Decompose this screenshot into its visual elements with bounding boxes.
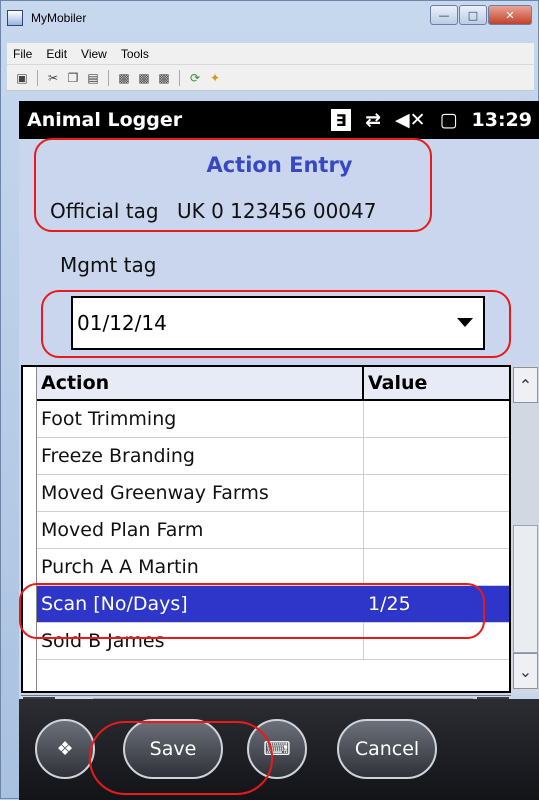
value-cell bbox=[364, 549, 509, 585]
capture-icon[interactable]: ▩ bbox=[117, 71, 131, 85]
official-tag-label: Official tag bbox=[50, 199, 159, 223]
capture3-icon[interactable]: ▩ bbox=[157, 71, 171, 85]
official-tag-row: Official tag UK 0 123456 00047 bbox=[50, 199, 376, 223]
value-cell bbox=[364, 512, 509, 548]
value-cell: 1/25 bbox=[368, 593, 411, 615]
scroll-up-icon[interactable]: ⌃ bbox=[513, 367, 538, 403]
action-cell: Moved Plan Farm bbox=[37, 512, 364, 548]
action-grid: Action Value Foot Trimming Freeze Brandi… bbox=[21, 365, 511, 693]
grid-header: Action Value bbox=[37, 367, 509, 401]
keyboard-icon[interactable]: ⌨ bbox=[247, 719, 307, 779]
menu-edit[interactable]: Edit bbox=[46, 47, 67, 61]
grid-body: Action Value Foot Trimming Freeze Brandi… bbox=[37, 367, 509, 660]
column-header-action[interactable]: Action bbox=[37, 367, 364, 399]
status-bar: Animal Logger ∃ ⇄ ◀✕ ▢ 13:29 bbox=[19, 101, 539, 139]
battery-icon: ▢ bbox=[439, 109, 458, 131]
maximize-button[interactable]: □ bbox=[459, 5, 487, 25]
action-cell: Purch A A Martin bbox=[37, 549, 364, 585]
copy-icon[interactable]: ❐ bbox=[66, 71, 80, 85]
scroll-thumb[interactable] bbox=[513, 525, 538, 653]
paste-icon[interactable]: ▤ bbox=[86, 71, 100, 85]
device-screen: Animal Logger ∃ ⇄ ◀✕ ▢ 13:29 Action Entr… bbox=[19, 101, 539, 800]
date-dropdown[interactable]: 01/12/14 bbox=[71, 296, 485, 350]
window-title: MyMobiler bbox=[31, 11, 87, 25]
menu-file[interactable]: File bbox=[13, 47, 32, 61]
status-icons: ∃ ⇄ ◀✕ ▢ 13:29 bbox=[331, 101, 532, 139]
app-window: MyMobiler — □ ✕ File Edit View Tools ▣ ✂… bbox=[0, 0, 539, 800]
table-row[interactable]: Moved Greenway Farms bbox=[37, 475, 509, 512]
value-cell bbox=[364, 401, 509, 437]
windows-start-icon[interactable]: ❖ bbox=[35, 719, 95, 779]
table-row[interactable]: Foot Trimming bbox=[37, 401, 509, 438]
close-button[interactable]: ✕ bbox=[488, 5, 532, 25]
scroll-down-icon[interactable]: ⌄ bbox=[513, 653, 538, 689]
rotate-icon[interactable]: ⟳ bbox=[188, 71, 202, 85]
toolbar: ▣ ✂ ❐ ▤ ▩ ▩ ▩ ⟳ ✦ bbox=[7, 65, 534, 91]
table-row-selected[interactable]: Scan [No/Days] 1/25 bbox=[37, 586, 509, 623]
action-cell: Sold B James bbox=[37, 623, 364, 659]
cancel-button[interactable]: Cancel bbox=[337, 719, 437, 779]
table-row[interactable]: Purch A A Martin bbox=[37, 549, 509, 586]
cut-icon[interactable]: ✂ bbox=[46, 71, 60, 85]
window-controls: — □ ✕ bbox=[429, 5, 532, 25]
clock: 13:29 bbox=[471, 109, 532, 131]
value-cell bbox=[364, 623, 509, 659]
column-header-value[interactable]: Value bbox=[364, 367, 509, 399]
connection-icon: ⇄ bbox=[365, 109, 382, 131]
toolbar-separator bbox=[108, 69, 109, 86]
table-row[interactable]: Sold B James bbox=[37, 623, 509, 660]
bluetooth-icon: ∃ bbox=[331, 109, 352, 131]
date-value: 01/12/14 bbox=[77, 311, 167, 335]
capture2-icon[interactable]: ▩ bbox=[137, 71, 151, 85]
app-name: Animal Logger bbox=[27, 109, 183, 131]
device-icon[interactable]: ▣ bbox=[15, 71, 29, 85]
grid-row-header bbox=[23, 367, 37, 691]
vertical-scrollbar[interactable]: ⌃ ⌄ bbox=[511, 365, 539, 693]
action-cell: Moved Greenway Farms bbox=[37, 475, 364, 511]
table-row[interactable]: Moved Plan Farm bbox=[37, 512, 509, 549]
page-title: Action Entry bbox=[206, 153, 353, 177]
clean-icon[interactable]: ✦ bbox=[208, 71, 222, 85]
toolbar-separator bbox=[37, 69, 38, 86]
action-cell: Freeze Branding bbox=[37, 438, 364, 474]
title-bar: MyMobiler — □ ✕ bbox=[7, 5, 532, 31]
menu-tools[interactable]: Tools bbox=[121, 47, 149, 61]
value-cell bbox=[364, 438, 509, 474]
value-cell bbox=[364, 475, 509, 511]
app-icon bbox=[7, 10, 23, 26]
official-tag-value: UK 0 123456 00047 bbox=[176, 199, 377, 223]
menu-bar: File Edit View Tools bbox=[7, 43, 534, 65]
action-cell: Foot Trimming bbox=[37, 401, 364, 437]
action-cell: Scan [No/Days] bbox=[37, 586, 364, 622]
dropdown-arrow-icon[interactable] bbox=[457, 318, 473, 327]
table-row[interactable]: Freeze Branding bbox=[37, 438, 509, 475]
menu-view[interactable]: View bbox=[81, 47, 107, 61]
volume-icon: ◀✕ bbox=[395, 109, 426, 131]
toolbar-separator bbox=[179, 69, 180, 86]
minimize-button[interactable]: — bbox=[430, 5, 458, 25]
bottom-bar: ❖ Save ⌨ Cancel bbox=[19, 699, 539, 800]
save-button[interactable]: Save bbox=[123, 719, 223, 779]
mgmt-tag-label: Mgmt tag bbox=[60, 253, 157, 277]
